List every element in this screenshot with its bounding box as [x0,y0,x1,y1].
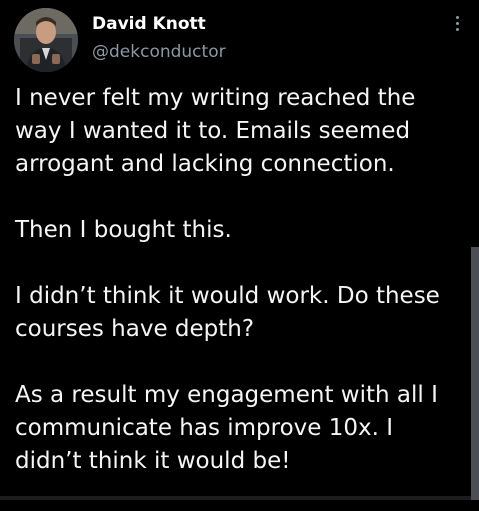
more-dot [455,16,459,19]
tweet-line: way I wanted it to. Emails seemed [15,118,411,144]
scrollbar-thumb[interactable] [471,247,479,500]
more-vertical-icon[interactable] [452,16,462,36]
divider [0,496,471,500]
profile-photo [14,8,78,72]
tweet-paragraph: I didn’t think it would work. Do these c… [15,280,455,346]
tweet-paragraph: Then I bought this. [15,214,455,247]
author-display-name[interactable]: David Knott [92,13,206,35]
scrollbar-track[interactable] [471,0,479,247]
tweet-line: communicate has improve 10x. I [15,415,394,441]
tweet-paragraph: As a result my engagement with all I com… [15,379,455,478]
tweet-line: I never felt my writing reached the [15,85,416,111]
more-dot [455,22,459,25]
tweet-line: Then I bought this. [15,217,232,243]
tweet-line: didn’t think it would be! [15,448,291,474]
tweet-line: As a result my engagement with all I [15,382,438,408]
tweet-paragraph: I never felt my writing reached the way … [15,82,455,181]
tweet: David Knott @dekconductor I never felt m… [0,0,479,500]
tweet-line: arrogant and lacking connection. [15,151,395,177]
author-handle[interactable]: @dekconductor [92,41,226,63]
tweet-line: courses have depth? [15,316,255,342]
avatar[interactable] [14,8,78,72]
tweet-line: I didn’t think it would work. Do these [15,283,440,309]
more-dot [455,28,459,31]
tweet-text: I never felt my writing reached the way … [15,82,455,511]
